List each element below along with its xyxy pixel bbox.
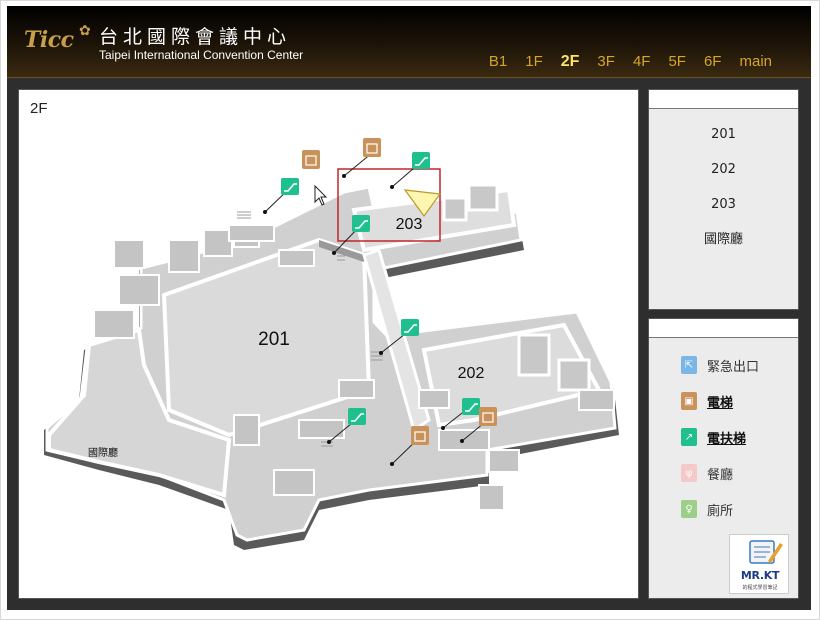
title-english: Taipei International Convention Center [99,48,304,62]
escalator-icon[interactable] [462,398,480,415]
room-link-203[interactable]: 203 [649,196,798,214]
floor-tab-3f[interactable]: 3F [588,53,624,71]
room-label-203: 203 [396,216,423,233]
room-link-hall[interactable]: 國際廳 [649,231,798,249]
escalator-icon[interactable] [281,178,299,195]
legend-label: 廁所 [707,503,734,519]
legend-label: 餐廳 [707,467,734,483]
floor-tab-6f[interactable]: 6F [695,53,731,71]
floor-tab-4f[interactable]: 4F [624,53,660,71]
room-link-201[interactable]: 201 [649,126,798,144]
badge-title: MR.KT [740,569,780,582]
floor-map-panel: 201 202 203 國際廳 2F [18,89,639,599]
room-link-202[interactable]: 202 [649,161,798,179]
floor-tab-5f[interactable]: 5F [659,53,695,71]
floor-tab-main[interactable]: main [730,53,781,71]
restroom-icon: ♀ [681,500,697,518]
floor-map-app: Ticc ✿ 台北國際會議中心 Taipei International Con… [7,6,811,610]
legend-label: 電扶梯 [707,431,747,447]
floor-tab-b1[interactable]: B1 [480,53,516,71]
notebook-icon [749,540,783,564]
mrkt-badge: MR.KT 的程式學習筆記 [729,534,789,594]
legend-panel: ⇱ 緊急出口 ▣ 電梯 ↗ 電扶梯 ψ 餐廳 ♀ 廁所 MR.KT 的程式學習筆… [648,318,799,599]
emergency-exit-icon: ⇱ [681,356,697,374]
room-label-hall: 國際廳 [88,446,118,459]
legend-item-restaurant[interactable]: ψ 餐廳 [681,463,733,483]
elevator-icon: ▣ [681,392,697,410]
legend-label: 電梯 [707,395,734,411]
room-list-header [649,90,798,109]
badge-subtitle: 的程式學習筆記 [742,585,778,591]
room-label-202: 202 [458,365,485,382]
restaurant-icon: ψ [681,464,697,482]
room-list-panel: 201 202 203 國際廳 [648,89,799,310]
title-chinese: 台北國際會議中心 [99,26,292,48]
map-floor-label: 2F [30,100,48,117]
escalator-icon[interactable] [412,152,430,169]
legend-header [649,319,798,338]
escalator-icon: ↗ [681,428,697,446]
escalator-icon[interactable] [348,408,366,425]
floor-selector: B1 1F 2F 3F 4F 5F 6F main [480,53,781,71]
legend-item-escalator[interactable]: ↗ 電扶梯 [681,427,746,447]
legend-label: 緊急出口 [707,359,760,375]
elevator-icon[interactable] [411,426,429,445]
legend-item-emergency-exit[interactable]: ⇱ 緊急出口 [681,355,759,375]
header-bar: Ticc ✿ 台北國際會議中心 Taipei International Con… [7,6,811,78]
elevator-icon[interactable] [479,407,497,426]
logo-star-icon: ✿ [79,23,91,39]
elevator-icon[interactable] [363,138,381,157]
floor-map: 201 202 203 國際廳 [44,138,619,550]
legend-item-elevator[interactable]: ▣ 電梯 [681,391,733,411]
ticc-logo: Ticc [24,27,74,53]
floor-tab-1f[interactable]: 1F [516,53,552,71]
elevator-icon[interactable] [302,150,320,169]
room-label-201: 201 [258,329,290,350]
legend-item-restroom[interactable]: ♀ 廁所 [681,499,733,519]
escalator-icon[interactable] [352,215,370,232]
floor-tab-2f[interactable]: 2F [552,53,589,71]
escalator-icon[interactable] [401,319,419,336]
